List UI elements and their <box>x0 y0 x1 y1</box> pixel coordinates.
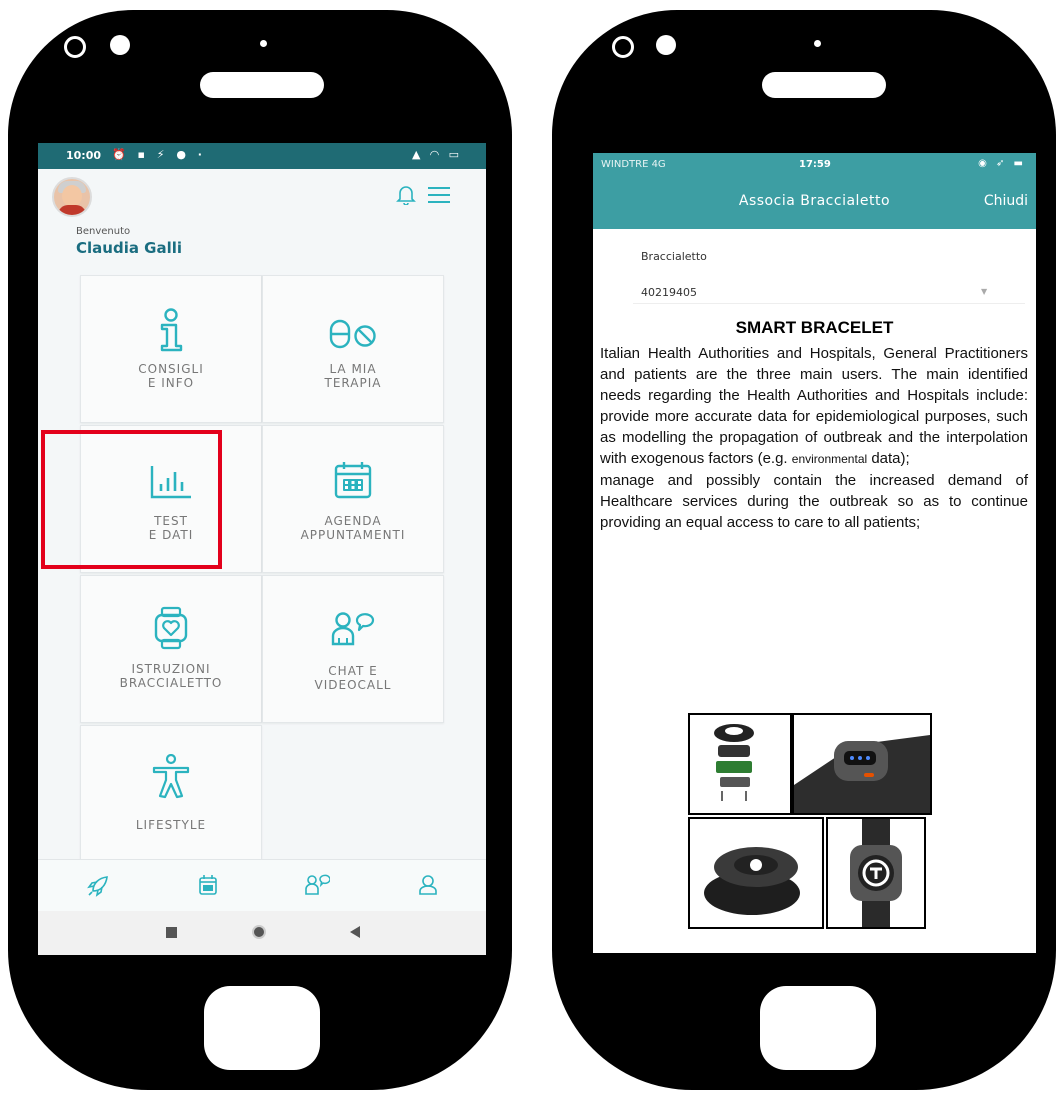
overlay-paragraph-2: manage and possibly contain the increase… <box>600 472 1028 531</box>
chat-users-icon <box>331 612 375 646</box>
tile-istruzioni-braccialetto[interactable]: ISTRUZIONI BRACCIALETTO <box>80 575 262 723</box>
android-navigation-bar <box>38 911 486 955</box>
bracelet-select[interactable]: 40219405 <box>641 286 697 299</box>
tile-label-line1: CHAT E <box>328 664 378 678</box>
tile-label-line2: APPUNTAMENTI <box>300 528 406 542</box>
pill-icon <box>329 319 376 349</box>
proximity-sensor <box>260 40 267 47</box>
paragraph-1-main: Italian Health Authorities and Hospitals… <box>600 345 1028 467</box>
home-icon[interactable] <box>252 925 266 939</box>
description-overlay: SMART BRACELET Italian Health Authoritie… <box>593 308 1036 693</box>
home-button[interactable] <box>204 986 320 1070</box>
android-status-bar: 10:00 ⏰ ▪ ⚡ ● · ▲ ◠ ▭ <box>38 143 486 169</box>
overlay-paragraph-1: Italian Health Authorities and Hospitals… <box>600 343 1028 470</box>
person-icon <box>152 754 190 799</box>
overlay-title: SMART BRACELET <box>735 318 894 337</box>
back-icon[interactable] <box>350 926 360 938</box>
tile-label-line1: AGENDA <box>324 514 382 528</box>
earpiece-speaker <box>200 72 324 98</box>
calendar-icon <box>334 462 372 499</box>
tile-agenda-appuntamenti[interactable]: AGENDA APPUNTAMENTI <box>262 425 444 573</box>
paragraph-1-small: environmental <box>791 452 868 466</box>
welcome-label: Benvenuto <box>76 226 131 237</box>
earpiece-speaker <box>762 72 886 98</box>
rocket-icon[interactable] <box>86 874 110 898</box>
bracelet-photo-gallery <box>688 713 933 929</box>
tile-label-line1: LIFESTYLE <box>135 818 207 832</box>
users-icon[interactable] <box>304 874 330 896</box>
status-notification-icons: ⏰ ▪ ⚡ ● · <box>112 148 206 161</box>
chevron-down-icon[interactable]: ▼ <box>981 287 987 296</box>
page-title: Associa Braccialetto <box>738 193 891 209</box>
camera-flash-icon <box>110 35 130 55</box>
profile-icon[interactable] <box>418 874 438 896</box>
proximity-sensor <box>814 40 821 47</box>
bracelet-wrist-photo <box>792 713 932 815</box>
close-button[interactable]: Chiudi <box>984 193 1028 209</box>
calendar-icon[interactable] <box>198 874 218 896</box>
hamburger-menu-icon[interactable] <box>428 187 450 203</box>
tile-chat-videocall[interactable]: CHAT E VIDEOCALL <box>262 575 444 723</box>
tile-label-line2: TERAPIA <box>324 376 382 390</box>
tile-consigli-info[interactable]: CONSIGLI E INFO <box>80 275 262 423</box>
bell-icon[interactable] <box>396 183 416 205</box>
recent-apps-icon[interactable] <box>166 927 177 938</box>
bracelet-front-photo <box>826 817 926 929</box>
status-time: 10:00 <box>66 149 102 162</box>
highlight-box-braccialetto <box>41 430 222 569</box>
user-name: Claudia Galli <box>76 239 183 257</box>
tile-label-line2: BRACCIALETTO <box>119 676 223 690</box>
info-icon <box>160 308 183 352</box>
camera-flash-icon <box>656 35 676 55</box>
front-camera-icon <box>64 36 86 58</box>
status-signal-battery-icons: ▲ ◠ ▭ <box>412 148 462 161</box>
tile-label-line1: LA MIA <box>329 362 377 376</box>
tile-label-line2: VIDEOCALL <box>314 678 392 692</box>
smartwatch-icon <box>154 606 188 650</box>
tile-la-mia-terapia[interactable]: LA MIA TERAPIA <box>262 275 444 423</box>
tile-lifestyle[interactable]: LIFESTYLE <box>80 725 262 873</box>
overlay-body: Italian Health Authorities and Hospitals… <box>600 343 1028 533</box>
avatar[interactable] <box>52 177 92 217</box>
bracelet-field-label: Braccialetto <box>641 250 707 263</box>
bracelet-side-photo <box>688 817 824 929</box>
field-underline <box>633 303 1025 304</box>
app-screen-right: WINDTRE 4G 17:59 ◉ ➶ ▬ Associa Bracciale… <box>593 153 1036 953</box>
home-button[interactable] <box>760 986 876 1070</box>
status-battery-icons: ◉ ➶ ▬ <box>978 158 1026 169</box>
status-time: 17:59 <box>799 159 831 170</box>
status-carrier: WINDTRE 4G <box>601 159 666 170</box>
tile-label-line2: E INFO <box>147 376 195 390</box>
app-header: WINDTRE 4G 17:59 ◉ ➶ ▬ Associa Bracciale… <box>593 153 1036 229</box>
bracelet-exploded-photo <box>688 713 792 815</box>
tile-label-line1: CONSIGLI <box>138 362 204 376</box>
front-camera-icon <box>612 36 634 58</box>
paragraph-1-end: data); <box>871 450 910 467</box>
bottom-navigation-bar <box>38 859 486 912</box>
tile-label-line1: ISTRUZIONI <box>131 662 211 676</box>
